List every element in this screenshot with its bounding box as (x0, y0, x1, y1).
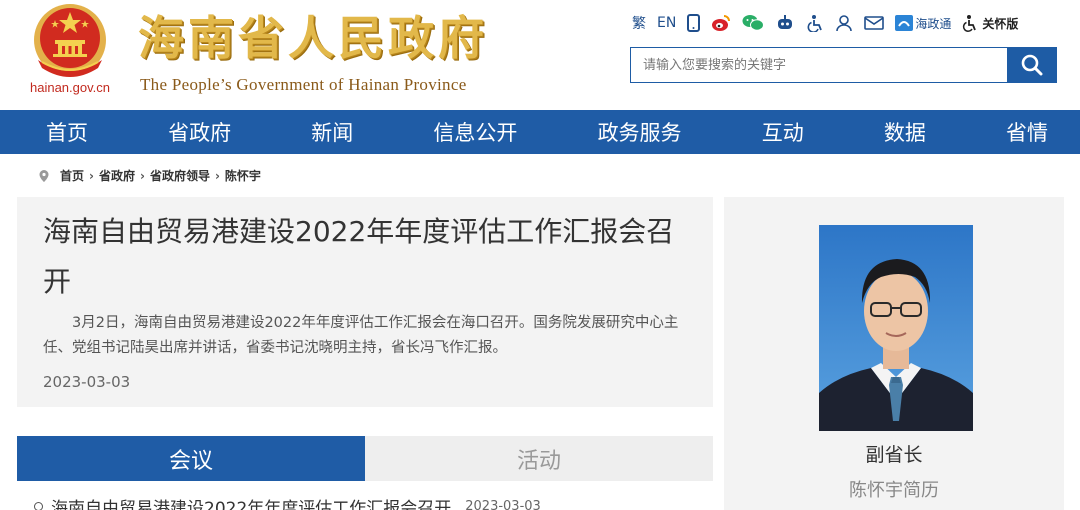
breadcrumb-separator: › (214, 168, 220, 183)
nav-item-government-services[interactable]: 政务服务 (598, 117, 682, 147)
national-emblem-logo[interactable] (28, 2, 112, 78)
leader-profile-panel: 副省长 陈怀宇简历 (724, 197, 1064, 510)
care-icon (963, 15, 977, 32)
user-icon[interactable] (835, 14, 853, 32)
breadcrumb-separator: › (89, 168, 94, 183)
breadcrumb-current: 陈怀宇 (224, 169, 261, 183)
site-domain: hainan.gov.cn (30, 80, 110, 95)
list-item-title: 海南自由贸易港建设2022年年度评估工作汇报会召开 (51, 499, 452, 510)
list-item[interactable]: 海南自由贸易港建设2022年年度评估工作汇报会召开 2023-03-03 (34, 494, 541, 510)
nav-item-news[interactable]: 新闻 (311, 117, 353, 147)
search-bar (630, 47, 1057, 83)
featured-news-card: 海南自由贸易港建设2022年年度评估工作汇报会召开 3月2日，海南自由贸易港建设… (17, 197, 713, 407)
tab-meetings[interactable]: 会议 (17, 436, 365, 481)
search-button[interactable] (1007, 47, 1057, 83)
robot-icon[interactable] (775, 14, 795, 32)
featured-news-date: 2023-03-03 (43, 373, 131, 391)
accessibility-icon[interactable] (806, 14, 824, 32)
nav-item-interaction[interactable]: 互动 (762, 117, 804, 147)
wechat-icon[interactable] (742, 14, 765, 32)
nav-item-province-overview[interactable]: 省情 (1006, 117, 1048, 147)
leader-position: 副省长 (865, 444, 923, 466)
activity-tabs: 会议 活动 (17, 436, 713, 481)
breadcrumb-government-leaders[interactable]: 省政府领导 (150, 167, 210, 184)
nav-item-information-disclosure[interactable]: 信息公开 (433, 117, 517, 147)
hainantong-icon (895, 15, 914, 31)
featured-news-title[interactable]: 海南自由贸易港建设2022年年度评估工作汇报会召开 (43, 207, 693, 307)
mail-icon[interactable] (864, 15, 885, 31)
site-header: hainan.gov.cn 海南省人民政府 The People’s Gover… (0, 0, 1080, 110)
breadcrumb: 首页 › 省政府 › 省政府领导 › 陈怀宇 (38, 167, 261, 184)
site-subtitle: The People’s Government of Hainan Provin… (140, 75, 467, 94)
nav-item-provincial-government[interactable]: 省政府 (168, 117, 231, 147)
leader-portrait[interactable] (819, 225, 973, 431)
main-nav: 首页 省政府 新闻 信息公开 政务服务 互动 数据 省情 (0, 110, 1080, 154)
leader-bio-link[interactable]: 陈怀宇简历 (724, 476, 1064, 502)
hainantong-label: 海政通 (915, 16, 952, 31)
tab-activities[interactable]: 活动 (365, 436, 713, 481)
hainantong-link[interactable]: 海政通 (895, 15, 951, 32)
traditional-chinese-link[interactable]: 繁 (632, 13, 646, 33)
search-input[interactable] (630, 47, 1007, 83)
search-icon (1021, 54, 1043, 76)
site-title[interactable]: 海南省人民政府 (138, 10, 488, 66)
list-bullet-icon (34, 502, 43, 510)
nav-item-home[interactable]: 首页 (46, 117, 88, 147)
english-link[interactable]: EN (657, 15, 676, 31)
top-toolbar: 繁 EN 海政通 关怀版 (632, 12, 1018, 34)
weibo-icon[interactable] (711, 14, 731, 32)
breadcrumb-home[interactable]: 首页 (60, 167, 84, 184)
care-mode-label: 关怀版 (982, 16, 1019, 31)
breadcrumb-separator: › (139, 168, 145, 183)
breadcrumb-provincial-government[interactable]: 省政府 (99, 167, 135, 184)
mobile-icon[interactable] (687, 14, 701, 32)
location-pin-icon (39, 169, 49, 182)
list-item-date: 2023-03-03 (465, 499, 541, 510)
nav-item-data[interactable]: 数据 (884, 117, 926, 147)
care-mode-link[interactable]: 关怀版 (962, 14, 1018, 32)
featured-news-summary: 3月2日，海南自由贸易港建设2022年年度评估工作汇报会在海口召开。国务院发展研… (43, 315, 679, 356)
